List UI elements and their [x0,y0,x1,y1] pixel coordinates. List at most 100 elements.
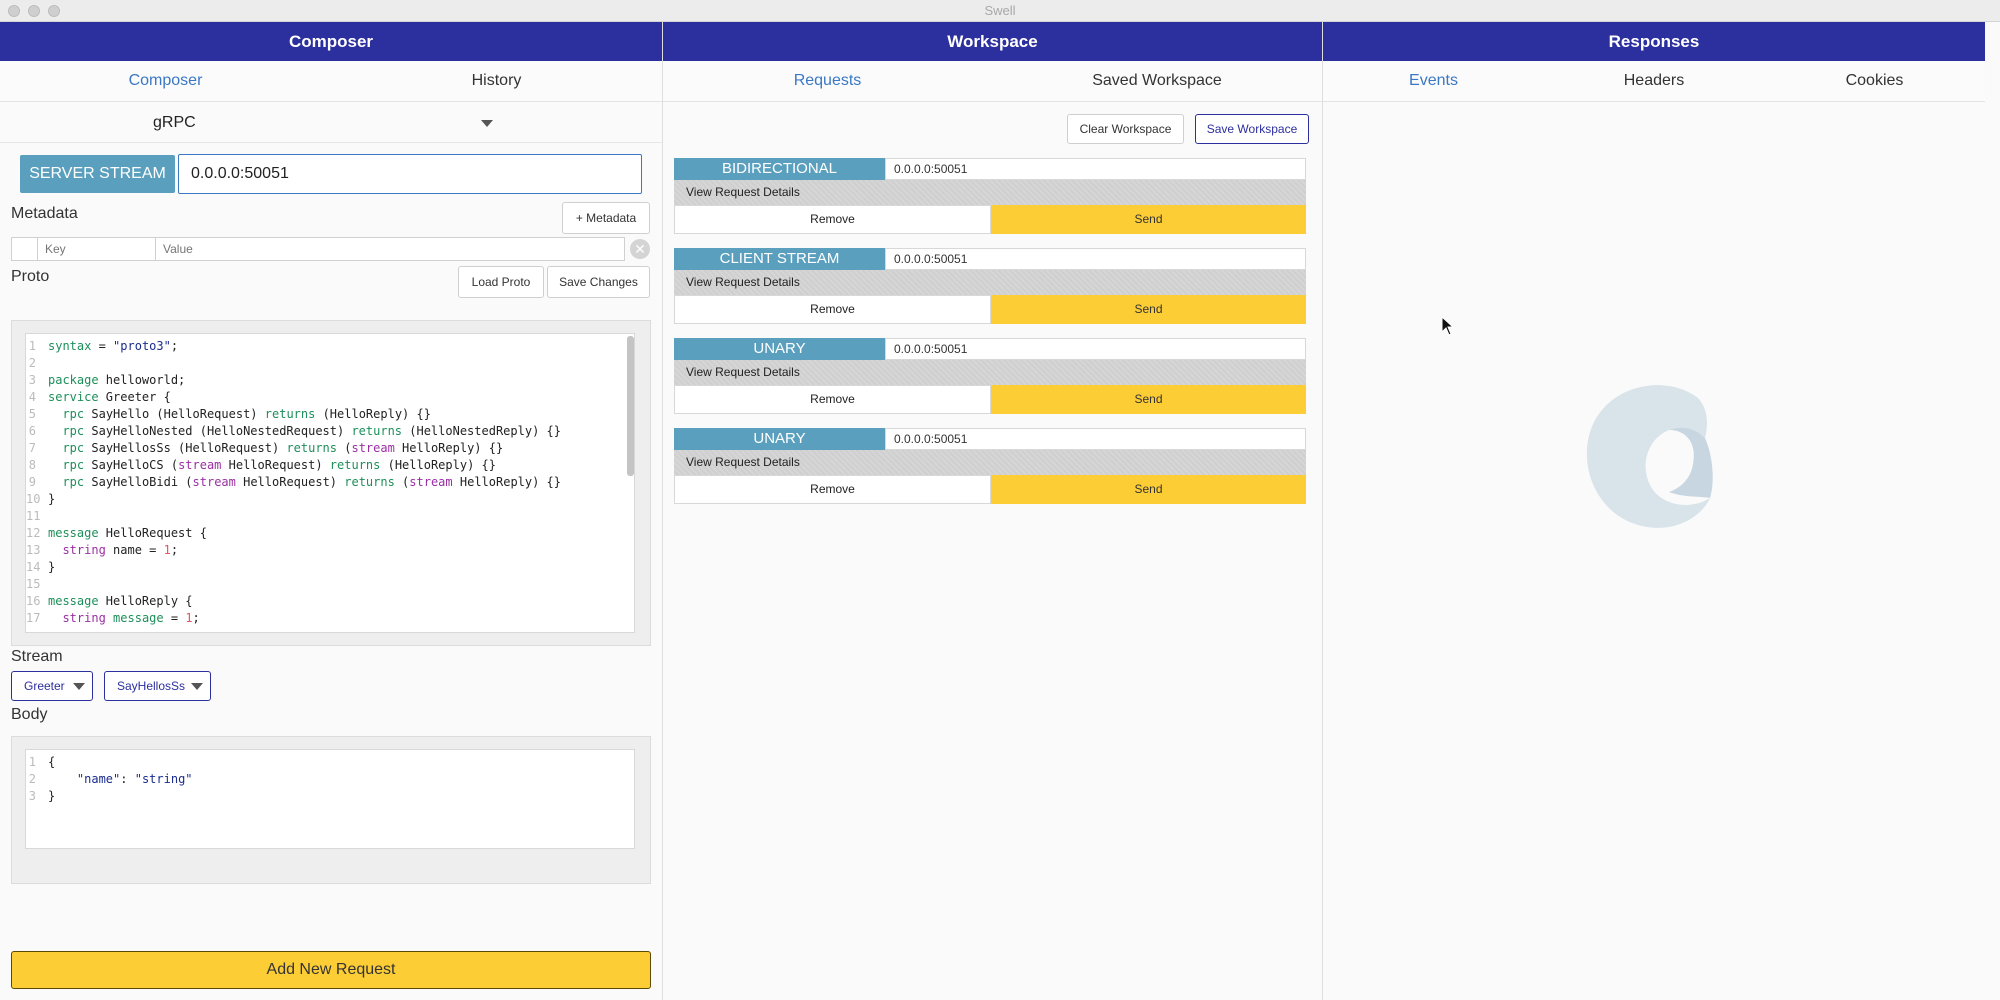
line-number: 8 [28,458,36,472]
body-editor-container: 1{2 "name": "string" 3} [11,736,651,884]
workspace-tabs: Requests Saved Workspace [663,61,1322,102]
code-text: string name = 1; [62,543,179,557]
window-title: Swell [984,3,1016,18]
line-number: 11 [26,509,41,523]
send-request-button[interactable]: Send [991,475,1306,504]
code-text: rpc SayHellosSs (HelloRequest) returns (… [62,441,504,455]
metadata-label: Metadata [11,205,78,222]
workspace-panel: Workspace Requests Saved Workspace Clear… [663,22,1322,1000]
line-number: 9 [28,475,36,489]
code-text: package helloworld; [48,373,186,387]
line-number: 4 [28,390,36,404]
view-request-details-button[interactable]: View Request Details [674,180,1306,205]
code-line: 16 message HelloReply { [26,593,634,610]
request-type-badge: BIDIRECTIONAL [674,158,885,180]
line-number: 17 [26,611,41,625]
view-request-details-button[interactable]: View Request Details [674,360,1306,385]
service-select-value: Greeter [24,679,65,693]
workspace-header: Workspace [663,22,1322,61]
load-proto-button[interactable]: Load Proto [458,266,544,298]
metadata-value-input[interactable] [157,238,623,260]
view-request-details-button[interactable]: View Request Details [674,270,1306,295]
line-number: 5 [28,407,36,421]
remove-request-button[interactable]: Remove [674,205,991,234]
save-workspace-button[interactable]: Save Workspace [1195,114,1309,144]
line-number: 14 [26,560,41,574]
tab-composer[interactable]: Composer [0,61,331,101]
metadata-checkbox[interactable] [12,238,38,260]
body-editor[interactable]: 1{2 "name": "string" 3} [25,749,635,849]
proto-editor-container: 1 syntax = "proto3"; 2 3 package helloworld;… [11,320,651,646]
code-line: 4 service Greeter { [26,389,634,406]
code-line: 10} [26,491,634,508]
body-label: Body [11,706,48,723]
code-line: 11 [26,508,634,525]
code-text: rpc SayHelloBidi (stream HelloRequest) r… [62,475,562,489]
view-request-details-button[interactable]: View Request Details [674,450,1306,475]
method-button[interactable]: SERVER STREAM [20,155,175,193]
code-text: message HelloRequest { [48,526,207,540]
composer-tabs: Composer History [0,61,662,102]
code-line: 17 string message = 1; [26,610,634,627]
line-number: 16 [26,594,41,608]
window-titlebar: Swell [0,0,2000,22]
method-select[interactable]: SayHellosSs [104,671,211,701]
chevron-down-icon [481,120,493,127]
line-number: 12 [26,526,41,540]
request-type-badge: UNARY [674,428,885,450]
code-text: } [48,492,56,506]
tab-headers[interactable]: Headers [1544,61,1764,101]
proto-editor[interactable]: 1 syntax = "proto3"; 2 3 package helloworld;… [25,333,635,633]
code-line: 7 rpc SayHellosSs (HelloRequest) returns… [26,440,634,457]
method-select-value: SayHellosSs [117,679,186,693]
line-number: 15 [26,577,41,591]
request-type-badge: UNARY [674,338,885,360]
line-number: 13 [26,543,41,557]
tab-events[interactable]: Events [1323,61,1544,101]
metadata-key-input[interactable] [39,238,156,260]
editor-scrollbar[interactable] [627,336,634,476]
remove-request-button[interactable]: Remove [674,475,991,504]
tab-saved-workspace[interactable]: Saved Workspace [992,61,1322,101]
code-line: 3 package helloworld; [26,372,634,389]
code-line: 12 message HelloRequest { [26,525,634,542]
tab-requests[interactable]: Requests [663,61,992,101]
request-url: 0.0.0.0:50051 [885,338,1306,360]
code-text: message HelloReply { [48,594,193,608]
request-url: 0.0.0.0:50051 [885,158,1306,180]
add-new-request-button[interactable]: Add New Request [11,951,651,989]
code-text: service Greeter { [48,390,171,404]
request-type-badge: CLIENT STREAM [674,248,885,270]
remove-metadata-icon[interactable]: ✕ [630,239,650,259]
service-select[interactable]: Greeter [11,671,93,701]
responses-tabs: Events Headers Cookies [1323,61,1985,102]
line-number: 1 [28,755,36,769]
tab-cookies[interactable]: Cookies [1764,61,1985,101]
request-card: BIDIRECTIONAL 0.0.0.0:50051 View Request D… [674,158,1306,236]
responses-header: Responses [1323,22,1985,61]
code-line: 15 [26,576,634,593]
line-number: 2 [28,356,36,370]
send-request-button[interactable]: Send [991,385,1306,414]
line-number: 6 [28,424,36,438]
request-card: UNARY 0.0.0.0:50051 View Request Details Re… [674,428,1306,506]
request-url: 0.0.0.0:50051 [885,428,1306,450]
save-changes-button[interactable]: Save Changes [547,266,650,298]
code-line: 14} [26,559,634,576]
composer-header: Composer [0,22,662,61]
send-request-button[interactable]: Send [991,295,1306,324]
code-line: 13 string name = 1; [26,542,634,559]
remove-request-button[interactable]: Remove [674,385,991,414]
remove-request-button[interactable]: Remove [674,295,991,324]
clear-workspace-button[interactable]: Clear Workspace [1067,114,1184,144]
code-text: } [48,560,56,574]
metadata-row [11,237,625,261]
add-metadata-button[interactable]: + Metadata [562,202,650,234]
send-request-button[interactable]: Send [991,205,1306,234]
protocol-select[interactable]: gRPC [0,103,662,143]
url-input[interactable] [178,154,642,194]
code-line: 3} [26,788,634,805]
line-number: 2 [28,772,36,786]
tab-history[interactable]: History [331,61,662,101]
code-line: 2 [26,355,634,372]
